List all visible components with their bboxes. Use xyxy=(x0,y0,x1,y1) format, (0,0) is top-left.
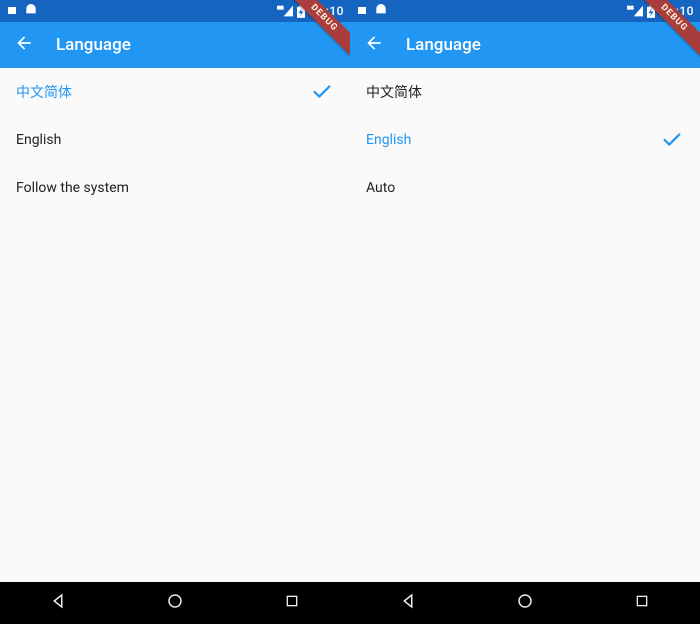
back-button[interactable] xyxy=(362,33,386,57)
status-clock: 10:10 xyxy=(311,4,344,18)
square-recent-icon xyxy=(634,593,650,613)
language-label: Auto xyxy=(366,180,684,196)
language-label: Follow the system xyxy=(16,180,334,196)
page-title: Language xyxy=(406,35,481,55)
arrow-back-icon xyxy=(364,33,384,57)
notification-icon xyxy=(356,5,368,17)
status-bar: 10:10 xyxy=(350,0,700,22)
status-bar: 10:10 xyxy=(0,0,350,22)
battery-charging-icon xyxy=(647,5,655,18)
status-right: 10:10 xyxy=(627,0,694,22)
nav-home-button[interactable] xyxy=(147,587,203,619)
phone-left: 10:10 DEBUG Language 中文简体EnglishFollow t… xyxy=(0,0,350,624)
language-option[interactable]: English xyxy=(0,116,350,164)
triangle-back-icon xyxy=(399,592,417,614)
notification-icon xyxy=(6,5,18,17)
phone-right: 10:10 DEBUG Language 中文简体EnglishAuto xyxy=(350,0,700,624)
signal-lte-icon xyxy=(277,5,293,17)
status-right: 10:10 xyxy=(277,0,344,22)
square-recent-icon xyxy=(284,593,300,613)
language-option[interactable]: Auto xyxy=(350,164,700,212)
language-option[interactable]: Follow the system xyxy=(0,164,350,212)
nav-recent-button[interactable] xyxy=(264,587,320,619)
page-title: Language xyxy=(56,35,131,55)
circle-home-icon xyxy=(166,592,184,614)
signal-lte-icon xyxy=(627,5,643,17)
app-bar: Language xyxy=(0,22,350,68)
language-list-right: 中文简体 English Auto xyxy=(350,68,700,582)
notification-icon xyxy=(24,4,38,18)
check-icon xyxy=(310,80,334,104)
language-label: 中文简体 xyxy=(16,82,310,102)
language-list-left: 中文简体 English Follow the system xyxy=(0,68,350,582)
arrow-back-icon xyxy=(14,33,34,57)
notification-icon xyxy=(374,4,388,18)
nav-recent-button[interactable] xyxy=(614,587,670,619)
nav-back-button[interactable] xyxy=(30,587,86,619)
language-option[interactable]: English xyxy=(350,116,700,164)
app-bar: Language xyxy=(350,22,700,68)
nav-back-button[interactable] xyxy=(380,587,436,619)
triangle-back-icon xyxy=(49,592,67,614)
nav-bar xyxy=(0,582,350,624)
language-label: English xyxy=(16,132,334,148)
status-left xyxy=(356,0,388,22)
status-clock: 10:10 xyxy=(661,4,694,18)
status-left xyxy=(6,0,38,22)
nav-bar xyxy=(350,582,700,624)
check-icon xyxy=(660,128,684,152)
circle-home-icon xyxy=(516,592,534,614)
language-option[interactable]: 中文简体 xyxy=(350,68,700,116)
battery-charging-icon xyxy=(297,5,305,18)
nav-home-button[interactable] xyxy=(497,587,553,619)
language-option[interactable]: 中文简体 xyxy=(0,68,350,116)
language-label: English xyxy=(366,132,660,148)
back-button[interactable] xyxy=(12,33,36,57)
language-label: 中文简体 xyxy=(366,82,684,102)
